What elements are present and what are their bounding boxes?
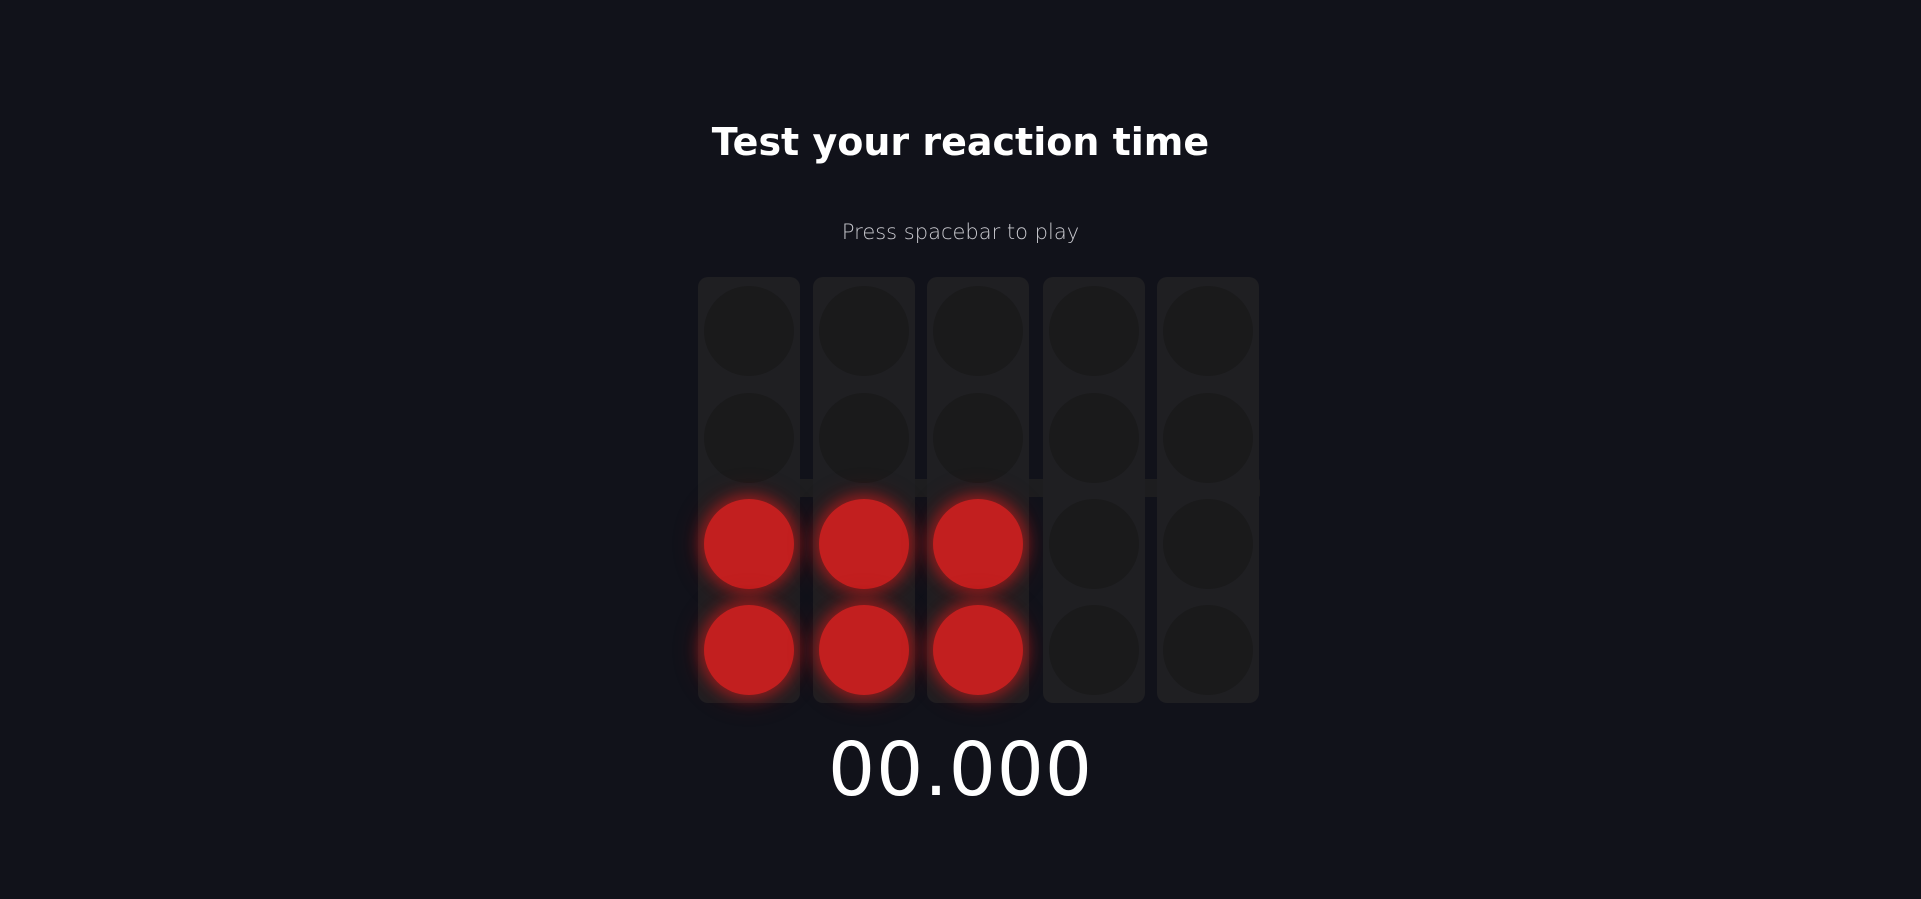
light-off <box>1049 605 1139 695</box>
light-off <box>1049 393 1139 483</box>
light-on-red <box>704 605 794 695</box>
instruction-text: Press spacebar to play <box>841 220 1080 244</box>
light-off <box>933 393 1023 483</box>
light-on-red <box>933 605 1023 695</box>
light-panel-4 <box>1043 277 1145 703</box>
light-off <box>819 393 909 483</box>
light-panel-2 <box>813 277 915 703</box>
light-on-red <box>819 605 909 695</box>
light-off <box>1049 499 1139 589</box>
light-off <box>704 393 794 483</box>
light-off <box>933 286 1023 376</box>
start-lights[interactable] <box>698 277 1260 703</box>
light-off <box>1049 286 1139 376</box>
light-off <box>1163 499 1253 589</box>
light-on-red <box>933 499 1023 589</box>
light-off <box>1163 605 1253 695</box>
light-off <box>1163 393 1253 483</box>
reaction-timer: 00.000 <box>828 727 1093 813</box>
light-panel-1 <box>698 277 800 703</box>
reaction-game-page: Test your reaction time Press spacebar t… <box>0 0 1921 899</box>
light-off <box>704 286 794 376</box>
light-off <box>1163 286 1253 376</box>
light-panel-5 <box>1157 277 1259 703</box>
light-on-red <box>704 499 794 589</box>
light-panel-3 <box>927 277 1029 703</box>
page-title: Test your reaction time <box>711 120 1210 164</box>
light-off <box>819 286 909 376</box>
light-on-red <box>819 499 909 589</box>
